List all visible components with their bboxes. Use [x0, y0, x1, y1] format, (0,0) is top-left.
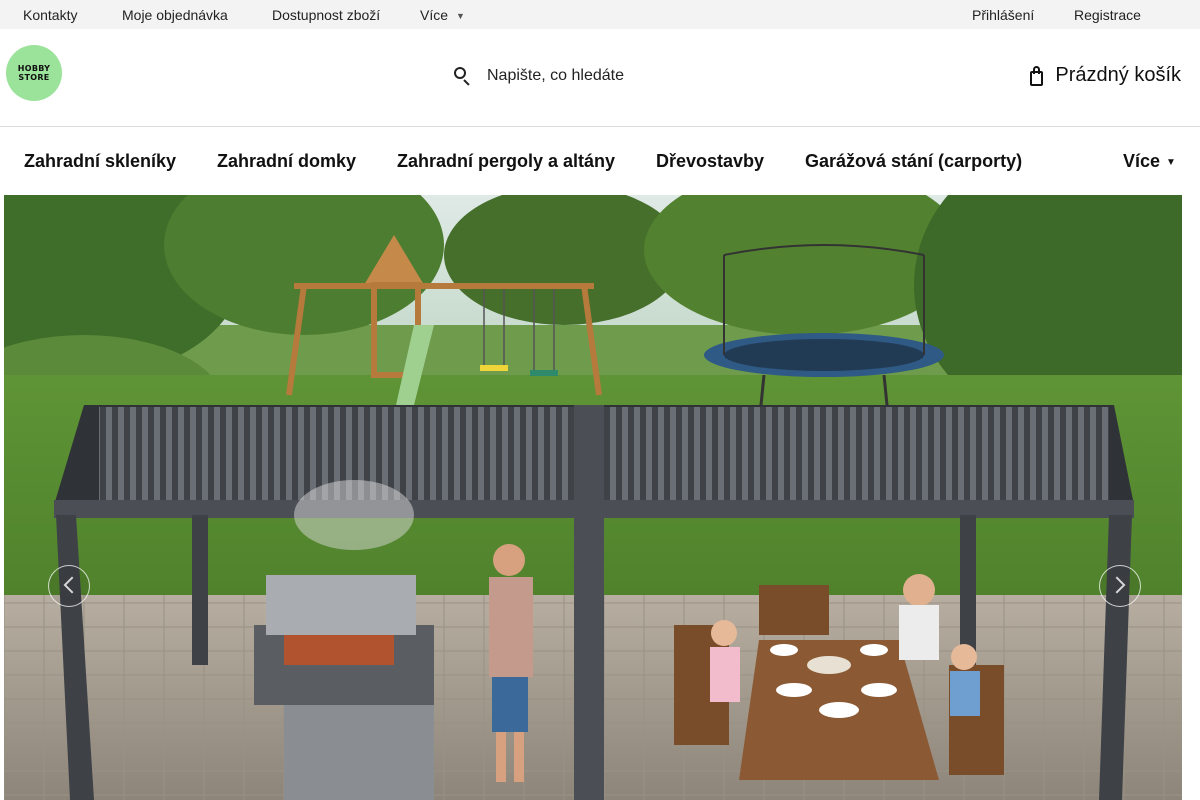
topbar-more-label: Více: [420, 7, 449, 23]
nav-item-pergolas[interactable]: Zahradní pergoly a altány: [397, 151, 615, 172]
main-navigation: Zahradní skleníky Zahradní domky Zahradn…: [0, 127, 1200, 195]
chevron-down-icon: ▼: [1166, 157, 1176, 168]
hero-image-pergola-garden: [4, 195, 1182, 800]
shopping-bag-icon: [1029, 65, 1045, 87]
search-placeholder: Napište, co hledáte: [487, 67, 624, 84]
logo-text-line1: HOBBY: [17, 64, 51, 73]
store-logo[interactable]: HOBBY STORE: [6, 45, 62, 101]
cart-label: Prázdný košík: [1055, 64, 1181, 86]
register-link[interactable]: Registrace: [1074, 7, 1141, 23]
topbar-link-my-order[interactable]: Moje objednávka: [122, 7, 228, 23]
search-input[interactable]: Napište, co hledáte: [452, 63, 624, 89]
nav-item-greenhouses[interactable]: Zahradní skleníky: [24, 151, 176, 172]
login-link[interactable]: Přihlášení: [972, 7, 1034, 23]
site-header: HOBBY STORE Napište, co hledáte Prázdný …: [0, 29, 1200, 127]
topbar-link-contacts[interactable]: Kontakty: [23, 7, 77, 23]
logo-text-line2: STORE: [18, 73, 50, 82]
nav-item-garden-sheds[interactable]: Zahradní domky: [217, 151, 356, 172]
hero-banner-slider[interactable]: [4, 195, 1182, 800]
slider-next-button[interactable]: [1099, 565, 1141, 607]
cart-button[interactable]: Prázdný košík: [1029, 64, 1181, 87]
slider-prev-button[interactable]: [48, 565, 90, 607]
nav-more-label: Více: [1123, 151, 1161, 171]
nav-item-carports[interactable]: Garážová stání (carporty): [805, 151, 1022, 172]
nav-item-wooden-buildings[interactable]: Dřevostavby: [656, 151, 764, 172]
topbar-more-menu[interactable]: Více ▼: [420, 7, 465, 23]
chevron-right-icon: [1108, 576, 1126, 594]
search-icon[interactable]: [452, 66, 472, 86]
top-utility-bar: Kontakty Moje objednávka Dostupnost zbož…: [0, 0, 1200, 29]
topbar-link-availability[interactable]: Dostupnost zboží: [272, 7, 380, 23]
chevron-down-icon: ▼: [456, 11, 465, 21]
chevron-left-icon: [63, 576, 81, 594]
nav-more-menu[interactable]: Více ▼: [1123, 151, 1176, 172]
